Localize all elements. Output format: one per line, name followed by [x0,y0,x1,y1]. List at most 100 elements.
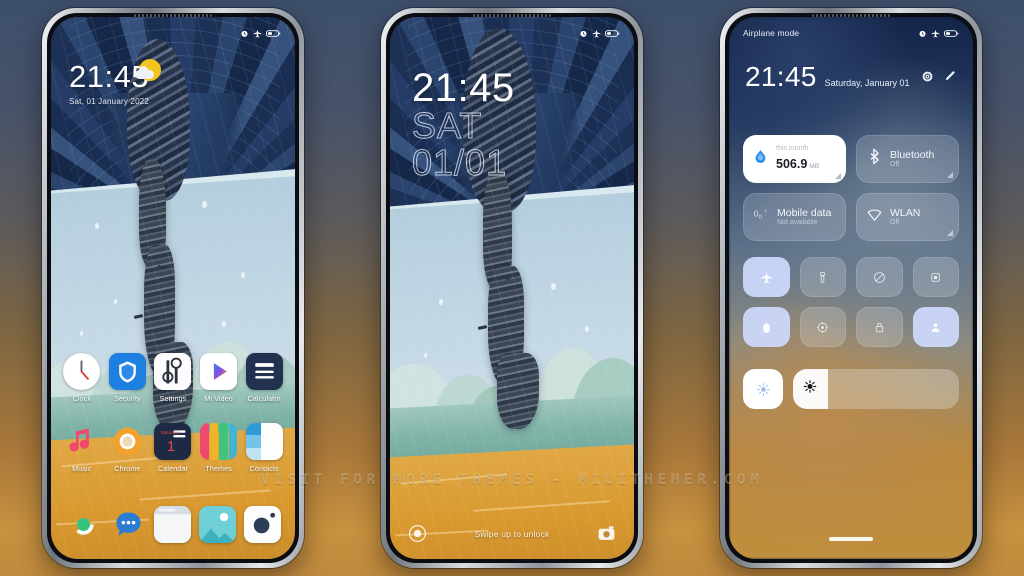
app-label: Security [114,394,141,403]
brightness-row [743,369,959,409]
toggle-screenshot[interactable] [912,257,959,297]
airplane-mode-icon [760,271,772,283]
toggle-airplane-mode[interactable] [743,257,790,297]
airplane-mode-status-text: Airplane mode [743,28,800,38]
app-settings[interactable]: Settings [150,353,196,403]
toggle-battery-saver[interactable] [743,307,790,347]
phone-bezel: 21:45 Sat, 01 January 2022 Clock Securit… [47,13,299,563]
contacts-app-icon [245,423,283,460]
rotation-lock-icon [875,322,883,332]
tile-bluetooth[interactable]: Bluetooth Off [856,135,959,183]
alarm-icon [919,30,926,37]
phone-home-screen: 21:45 Sat, 01 January 2022 Clock Securit… [42,8,304,568]
mi-video-play-icon [200,353,238,390]
app-mi-video[interactable]: Mi Video [196,353,242,403]
screenshot-icon [931,272,940,282]
calculator-app-icon [245,353,283,390]
app-label: Calculator [247,394,281,403]
gallery-photo-icon[interactable] [199,506,237,543]
phone-lock-screen: 21:45 SAT 01/01 Swipe up to unlock [381,8,643,568]
tile-expand-corner-icon[interactable] [835,173,841,179]
clock-app-icon [63,353,101,390]
tile-data-usage[interactable]: this month 506.9 MB [743,135,846,183]
earpiece-speaker-icon [134,14,212,17]
camera-icon[interactable] [597,524,616,543]
battery-icon [266,29,281,37]
app-clock[interactable]: Clock [59,353,105,403]
tile-sublabel: Off [890,161,900,169]
cast-icon [931,322,940,332]
toggle-flashlight[interactable] [799,257,846,297]
calendar-app-icon: Saturday 1 [154,423,192,460]
camera-app-icon[interactable] [244,506,282,543]
svg-text:Saturday: Saturday [161,430,180,435]
do-not-disturb-icon [873,271,885,283]
phone-bezel: 21:45 SAT 01/01 Swipe up to unlock [386,13,638,563]
mobile-data-icon: 00 [753,206,770,228]
auto-brightness-icon [756,382,770,396]
water-drop-icon [752,148,769,170]
home-clock-widget[interactable]: 21:45 Sat, 01 January 2022 [69,59,161,106]
lock-screen: 21:45 SAT 01/01 Swipe up to unlock [390,17,634,559]
auto-brightness-button[interactable] [743,369,783,409]
app-security[interactable]: Security [105,353,151,403]
lock-clock: 21:45 SAT 01/01 [412,68,515,183]
alarm-icon [580,30,587,37]
app-chrome[interactable]: Chrome [105,423,151,473]
messages-bubble-icon[interactable] [110,506,147,543]
phone-dialer-icon[interactable] [65,506,102,543]
home-clock-date: Sat, 01 January 2022 [69,97,150,106]
app-label: Contacts [249,464,279,473]
app-music[interactable]: Music [59,423,105,473]
music-note-icon [63,423,100,460]
home-indicator[interactable] [829,537,873,541]
lock-clock-weekday: SAT [412,105,483,147]
gear-icon[interactable] [921,70,934,88]
app-themes[interactable]: Themes [196,423,242,473]
lock-bottom-bar: Swipe up to unlock [390,524,634,543]
tile-expand-corner-icon[interactable] [947,172,953,178]
app-label: Music [72,464,92,473]
tile-mobile-data[interactable]: 00 Mobile data Not available [743,193,846,241]
toggle-do-not-disturb[interactable] [856,257,903,297]
earpiece-speaker-icon [812,14,890,17]
tile-expand-corner-icon[interactable] [947,230,953,236]
chrome-app-icon [109,423,146,460]
brightness-sun-icon [803,380,817,399]
flashlight-icon[interactable] [408,524,427,543]
svg-text:1: 1 [167,439,175,455]
toggle-rotation-lock[interactable] [856,307,903,347]
status-bar: Airplane mode [729,17,973,43]
airplane-mode-icon [253,29,262,37]
brightness-slider[interactable] [793,369,959,409]
app-label: Themes [205,464,232,473]
alarm-icon [241,30,248,37]
app-calculator[interactable]: Calculator [241,353,287,403]
svg-text:0: 0 [759,214,763,221]
app-contacts[interactable]: Contacts [241,423,287,473]
tile-value: 506.9 [776,156,808,171]
quick-settings-big-tiles: this month 506.9 MB Bluetooth Off 0 0 Mo… [743,135,959,241]
app-label: Clock [72,394,92,403]
home-screen: 21:45 Sat, 01 January 2022 Clock Securit… [51,17,295,559]
location-icon [817,321,829,333]
tile-wlan[interactable]: WLAN Off [856,193,959,241]
app-label: Calendar [158,464,188,473]
app-calendar[interactable]: Saturday 1 Calendar [150,423,196,473]
pencil-icon[interactable] [944,70,957,88]
phone-bezel: Airplane mode 21:45 Saturday, January 01… [725,13,977,563]
toggle-location[interactable] [799,307,846,347]
battery-icon [944,29,959,37]
themes-app-icon [200,423,238,460]
notes-app-icon[interactable] [154,506,192,543]
tile-sublabel: Off [890,219,900,227]
battery-icon [605,29,620,37]
lock-clock-date: 01/01 [412,141,508,183]
dock [51,506,295,543]
flashlight-icon [820,271,826,283]
tile-label: Bluetooth [890,148,935,161]
airplane-mode-icon [592,29,601,37]
status-bar [51,17,295,43]
toggle-cast[interactable] [912,307,959,347]
app-row-1: Clock Security Settings Mi Video Calcula… [51,353,295,403]
